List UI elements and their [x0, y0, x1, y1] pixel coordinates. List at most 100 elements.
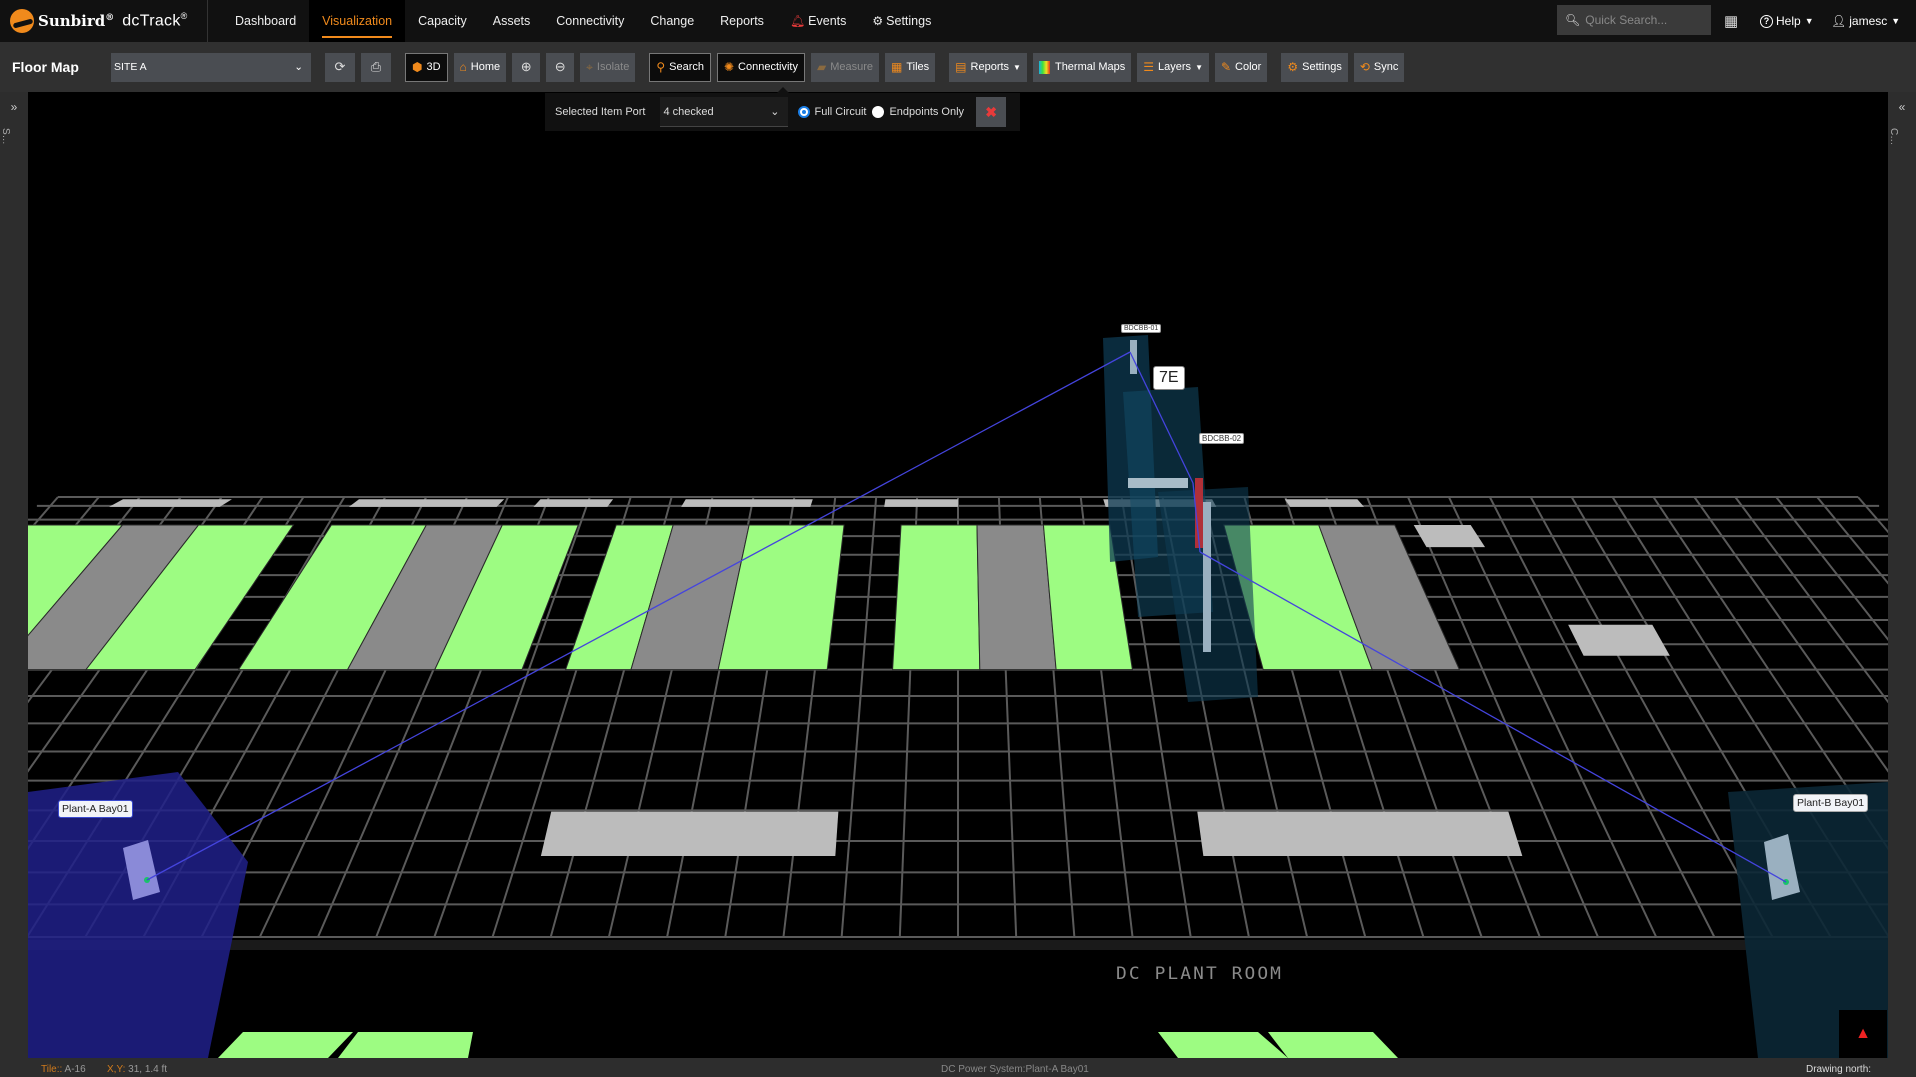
site-select-value: SITE A: [114, 61, 147, 73]
chevron-down-icon: ▼: [1804, 16, 1814, 26]
zoom-out-icon: ⊖: [554, 59, 566, 74]
tile-readout-value: A-16: [64, 1064, 86, 1075]
connectivity-label: Connectivity: [738, 61, 798, 73]
endpoints-only-label: Endpoints Only: [889, 106, 965, 118]
nav-settings-label: Settings: [886, 14, 932, 28]
lower-green-tile: [1158, 1032, 1288, 1058]
lower-green-tile: [338, 1032, 473, 1058]
chevron-down-icon: ⌄: [294, 61, 303, 73]
floor-map-3d-viewport[interactable]: BDCBB-01 7E BDCBB-02 Plant-A Bay01 Plant…: [28, 92, 1888, 1058]
sync-icon: ⟲: [1359, 60, 1370, 74]
home-label: Home: [470, 61, 501, 73]
3d-button[interactable]: ⬢ 3D: [405, 52, 448, 82]
measure-label: Measure: [830, 61, 873, 73]
gear-icon: ⚙: [872, 14, 884, 28]
quick-search-input[interactable]: 🔍︎ Quick Search...: [1557, 5, 1711, 35]
connectivity-button[interactable]: ✺ Connectivity: [716, 52, 805, 82]
plant-b-bay01-label[interactable]: Plant-B Bay01: [1793, 794, 1869, 812]
product-name: dcTrack®: [122, 11, 188, 30]
cabinet-7e-shelf: [1128, 478, 1188, 488]
near-cabinet: [1197, 811, 1523, 856]
bdcbb-01-panel: [1130, 340, 1137, 374]
page-title: Floor Map: [12, 59, 79, 75]
home-button[interactable]: ⌂ Home: [453, 52, 507, 82]
site-select[interactable]: SITE A ⌄: [111, 52, 311, 82]
left-panel-search-icon[interactable]: S…: [0, 128, 11, 145]
bdcbb-01-label: BDCBB-01: [1121, 324, 1162, 333]
thermal-maps-label: Thermal Maps: [1054, 61, 1126, 73]
search-icon: 🔍︎: [1565, 13, 1581, 27]
near-cabinet: [1413, 525, 1486, 548]
cube-icon: ⬢: [412, 60, 423, 74]
zoom-in-button[interactable]: ⊕: [512, 52, 541, 82]
bdcbb-02-frame: [1203, 502, 1211, 652]
layers-icon: ☰: [1143, 60, 1155, 74]
layers-label: Layers: [1158, 61, 1192, 73]
nav-assets[interactable]: Assets: [480, 0, 544, 42]
reports-button[interactable]: ▤ Reports ▼: [949, 52, 1027, 82]
refresh-icon: ⟳: [334, 59, 346, 74]
thermal-maps-button[interactable]: Thermal Maps: [1032, 52, 1132, 82]
tiles-button[interactable]: ▦ Tiles: [885, 52, 936, 82]
color-button[interactable]: ✎ Color: [1214, 52, 1268, 82]
search-button[interactable]: ⚲ Search: [649, 52, 711, 82]
near-cabinet: [540, 811, 839, 856]
tape-measure-icon: ▰: [816, 60, 827, 74]
close-panel-button[interactable]: ✖: [976, 97, 1007, 127]
far-cabinet: [884, 499, 958, 507]
cabinet-7e-label[interactable]: 7E: [1153, 366, 1185, 390]
endpoints-only-radio[interactable]: [872, 106, 885, 118]
floor-edge: [28, 940, 1888, 950]
app-logo[interactable]: Sunbird® dcTrack®: [0, 0, 208, 42]
connectivity-options-panel: Selected Item Port 4 checked ⌄ Full Circu…: [545, 87, 1020, 131]
nav-visualization[interactable]: Visualization: [309, 0, 406, 42]
far-cabinet: [681, 499, 813, 507]
nav-reports[interactable]: Reports: [707, 0, 777, 42]
isolate-button[interactable]: ⌖ Isolate: [580, 52, 636, 82]
layers-button[interactable]: ☰ Layers ▼: [1137, 52, 1209, 82]
nav-dashboard[interactable]: Dashboard: [222, 0, 309, 42]
user-icon: 👤︎: [1831, 14, 1847, 28]
grid-line: [1448, 496, 1658, 938]
expand-right-panel-icon[interactable]: «: [1888, 100, 1916, 114]
document-icon: ▤: [955, 60, 967, 74]
sync-button[interactable]: ⟲ Sync: [1353, 52, 1405, 82]
refresh-button[interactable]: ⟳: [325, 52, 355, 82]
calendar-icon[interactable]: ▦: [1724, 0, 1738, 42]
nav-settings[interactable]: ⚙ Settings: [859, 0, 944, 42]
status-bar: Tile:: A-16 X,Y: 31, 1.4 ft DC Power Sys…: [0, 1058, 1916, 1077]
port-select[interactable]: 4 checked ⌄: [659, 97, 788, 127]
perforated-tile-row: [976, 524, 1057, 671]
quick-search-placeholder: Quick Search...: [1585, 13, 1668, 27]
help-menu[interactable]: ? Help ▼: [1760, 0, 1814, 42]
sync-label: Sync: [1373, 61, 1399, 73]
far-cabinet: [109, 499, 232, 507]
chevron-down-icon: ▼: [1891, 16, 1901, 26]
full-circuit-radio[interactable]: [797, 106, 810, 118]
sunbird-logo-icon: [10, 9, 34, 33]
plant-a-bay01-label[interactable]: Plant-A Bay01: [58, 800, 133, 818]
expand-left-panel-icon[interactable]: »: [0, 100, 28, 114]
nav-change[interactable]: Change: [637, 0, 707, 42]
nav-capacity[interactable]: Capacity: [405, 0, 480, 42]
user-menu[interactable]: 👤︎ jamesc ▼: [1831, 0, 1900, 42]
bell-icon: 🔔︎: [789, 14, 806, 28]
user-label: jamesc: [1849, 14, 1888, 28]
color-label: Color: [1235, 61, 1262, 73]
caret-down-icon: ▼: [1195, 62, 1203, 72]
right-panel-info-icon[interactable]: C…: [1888, 128, 1899, 145]
lower-green-tile: [218, 1032, 353, 1058]
nav-events[interactable]: 🔔︎ Events: [777, 0, 859, 42]
nav-connectivity[interactable]: Connectivity: [543, 0, 637, 42]
print-button[interactable]: ⎙: [361, 52, 391, 82]
bdcbb-02-label: BDCBB-02: [1199, 433, 1245, 444]
3d-floor-scene[interactable]: [28, 92, 1888, 1058]
home-icon: ⌂: [459, 60, 467, 74]
thermal-map-icon: [1038, 60, 1050, 74]
port-select-value: 4 checked: [663, 105, 714, 118]
measure-button[interactable]: ▰ Measure: [810, 52, 879, 82]
zoom-out-button[interactable]: ⊖: [546, 52, 575, 82]
settings-button[interactable]: ⚙ Settings: [1281, 52, 1348, 82]
near-cabinet: [1568, 624, 1670, 656]
full-circuit-label: Full Circuit: [814, 106, 867, 118]
